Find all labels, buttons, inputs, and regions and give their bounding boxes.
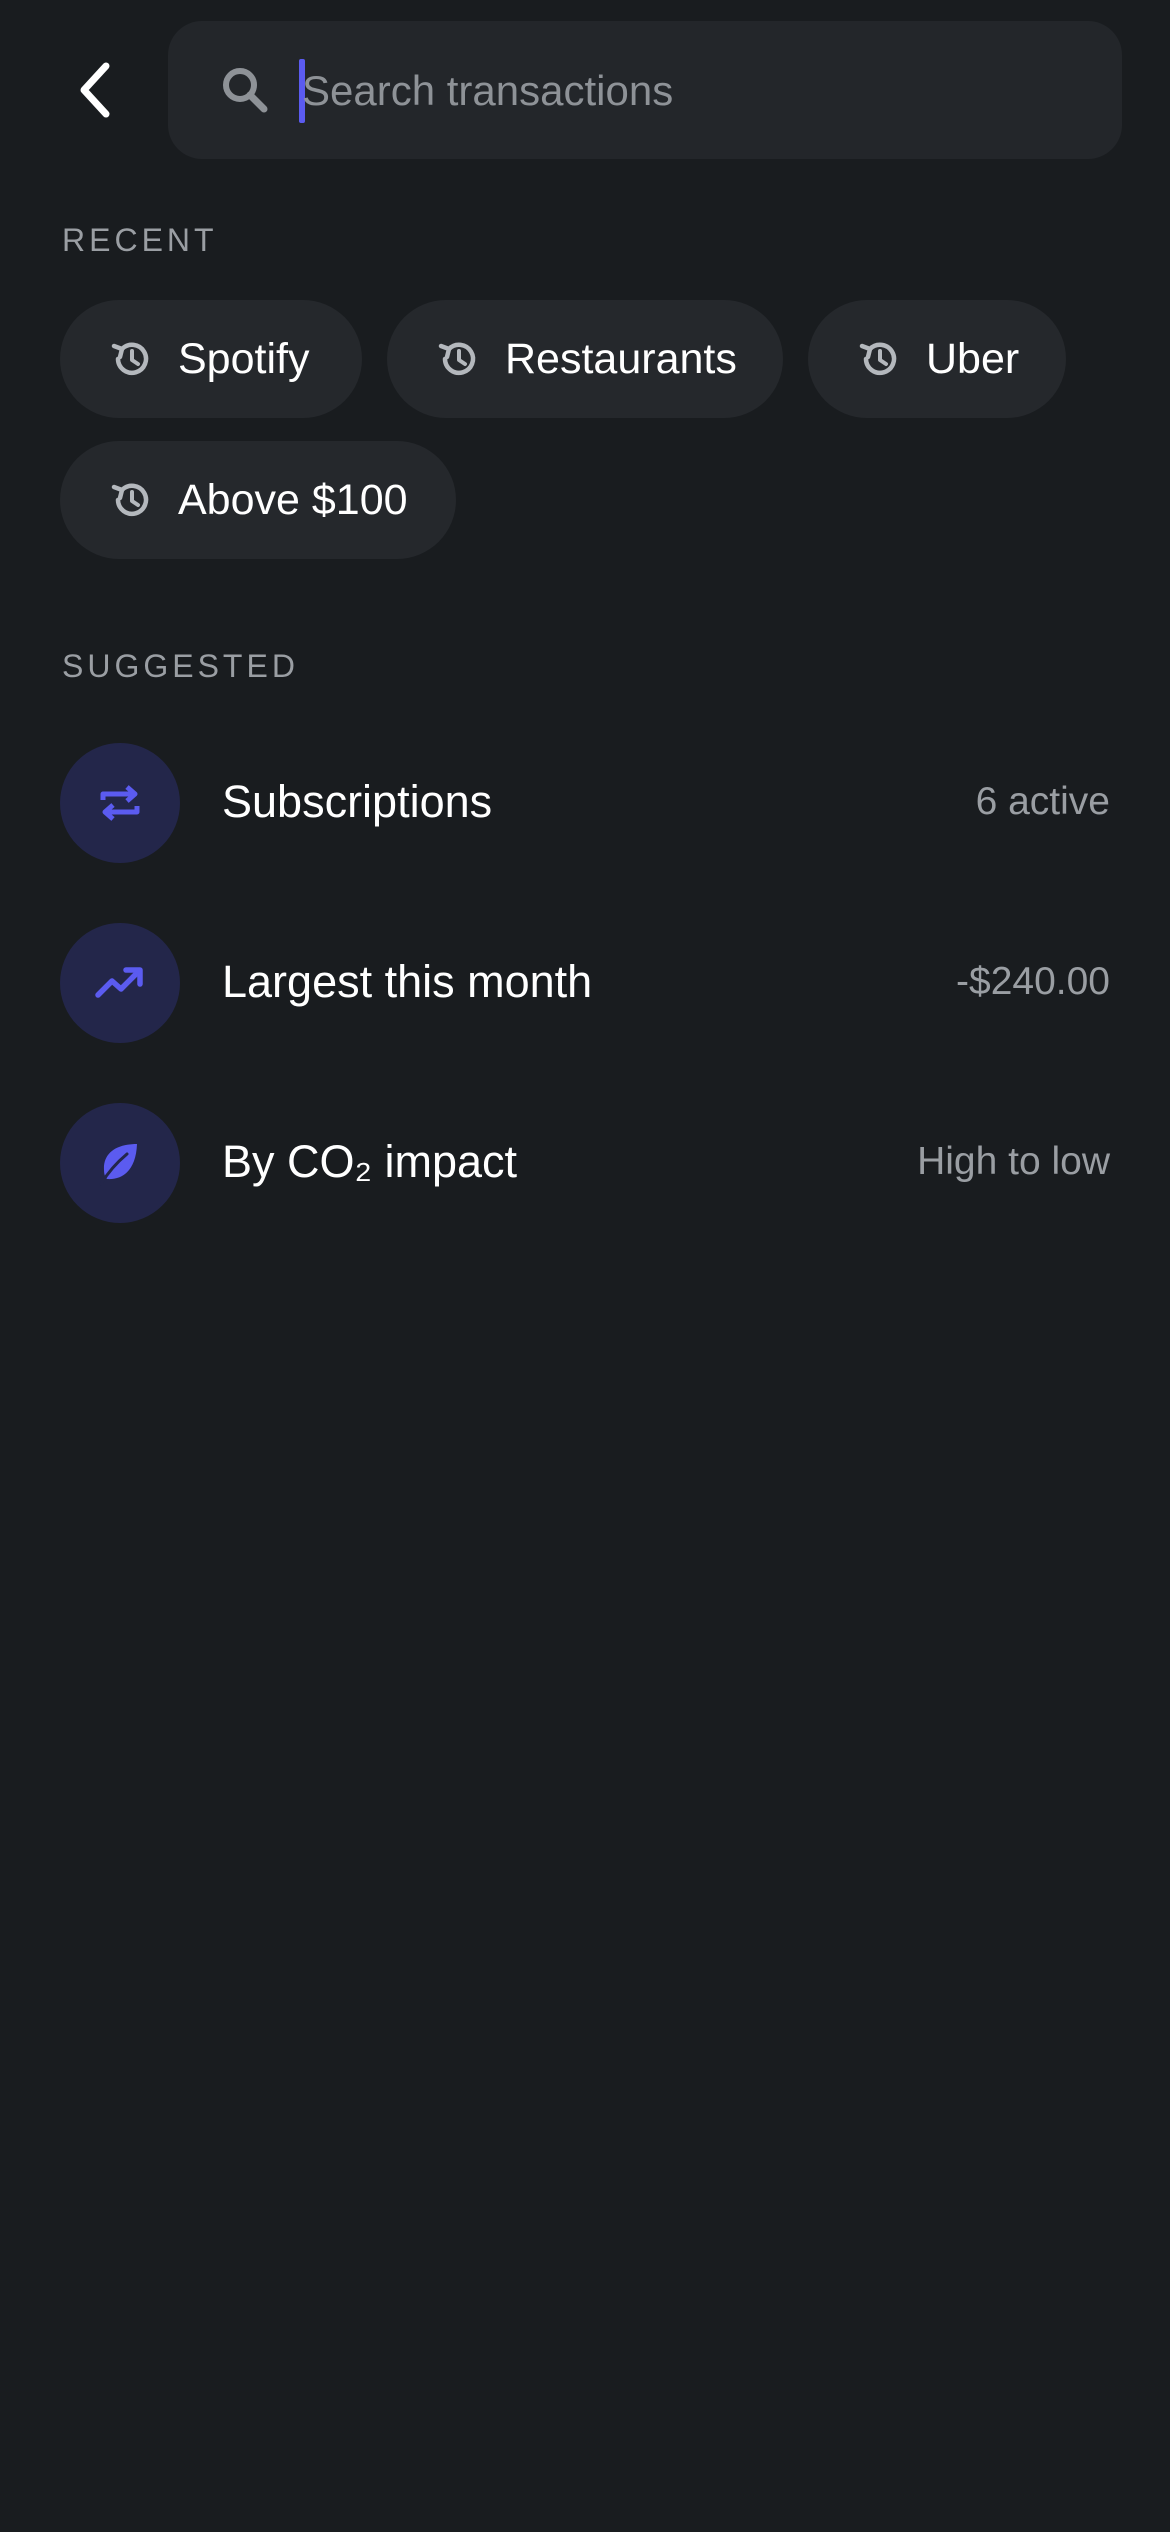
suggestion-icon-circle [60,923,180,1043]
suggestion-meta: 6 active [975,780,1110,823]
history-icon [111,342,149,376]
suggestion-icon-circle [60,743,180,863]
history-icon [438,342,476,376]
suggestion-largest-this-month[interactable]: Largest this month -$240.00 [60,923,1110,1043]
recent-chip-restaurants[interactable]: Restaurants [387,300,783,418]
search-input[interactable] [302,51,1082,131]
search-bar[interactable] [168,21,1122,159]
recent-chip-above-100[interactable]: Above $100 [60,441,456,559]
history-icon [859,342,897,376]
suggestion-title: By CO₂ impact [222,1136,518,1187]
suggestion-subscriptions[interactable]: Subscriptions 6 active [60,743,1110,863]
search-icon [223,68,268,113]
history-icon [111,483,149,517]
recent-chip-label: Uber [926,334,1020,383]
suggestion-co2-impact[interactable]: By CO₂ impact High to low [60,1103,1110,1223]
search-header [0,0,1170,180]
suggested-section-label: SUGGESTED [62,648,299,684]
suggestion-icon-circle [60,1103,180,1223]
recent-chip-spotify[interactable]: Spotify [60,300,362,418]
recent-section-label: RECENT [62,222,218,258]
suggestion-title: Subscriptions [222,776,493,827]
recent-chip-uber[interactable]: Uber [808,300,1066,418]
leaf-icon [99,1144,137,1186]
recent-chip-label: Above $100 [178,475,408,524]
suggestion-meta: -$240.00 [956,960,1110,1003]
recent-chip-label: Restaurants [505,334,737,383]
chevron-left-icon [80,62,110,118]
recent-chip-label: Spotify [178,334,310,383]
back-button[interactable] [60,50,132,130]
repeat-icon [100,785,140,821]
suggestion-title: Largest this month [222,956,593,1007]
suggestion-meta: High to low [917,1140,1110,1183]
trending-up-icon [95,967,143,998]
